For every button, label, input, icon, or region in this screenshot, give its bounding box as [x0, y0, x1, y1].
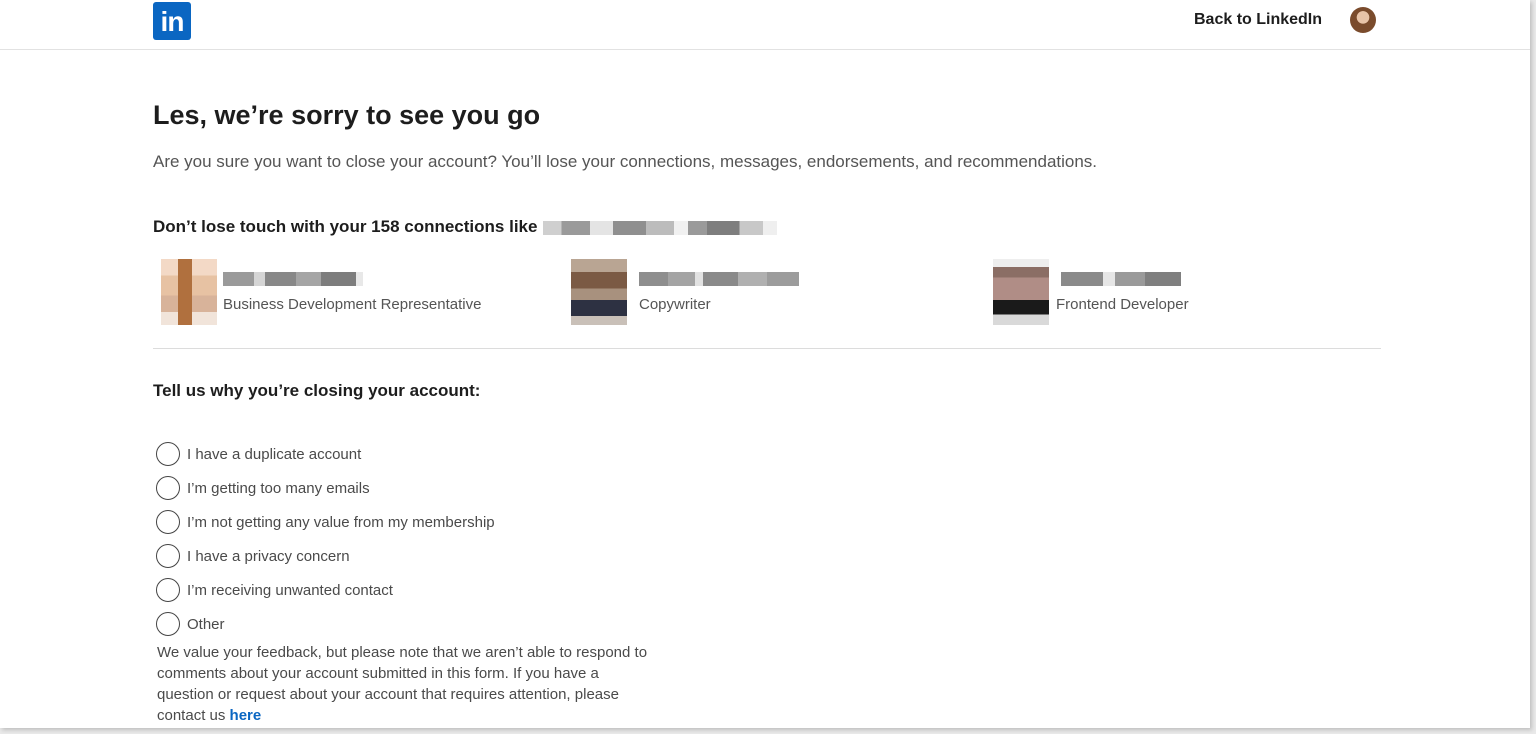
blurred-name — [1061, 272, 1181, 286]
connection-title: Business Development Representative — [223, 296, 482, 313]
reason-label: I’m getting too many emails — [187, 479, 370, 497]
radio-button-icon[interactable] — [156, 578, 180, 602]
radio-button-icon[interactable] — [156, 612, 180, 636]
connection-card[interactable]: Business Development Representative — [161, 256, 561, 328]
radio-button-icon[interactable] — [156, 476, 180, 500]
reason-option-no-value[interactable]: I’m not getting any value from my member… — [156, 505, 495, 539]
blurred-name — [639, 272, 799, 286]
avatar-photo-icon — [161, 259, 217, 325]
back-to-linkedin-link[interactable]: Back to LinkedIn — [1194, 11, 1322, 29]
connection-card[interactable]: Copywriter — [571, 256, 971, 328]
reason-option-other[interactable]: Other — [156, 607, 495, 641]
connection-card[interactable]: Frontend Developer — [993, 256, 1393, 328]
user-avatar[interactable] — [1350, 7, 1376, 33]
reason-label: Other — [187, 615, 225, 633]
page-title: Les, we’re sorry to see you go — [153, 100, 541, 130]
reason-label: I have a privacy concern — [187, 547, 350, 565]
page-subtitle: Are you sure you want to close your acco… — [153, 152, 1098, 171]
linkedin-logo-icon[interactable]: in — [153, 2, 191, 40]
reason-option-privacy[interactable]: I have a privacy concern — [156, 539, 495, 573]
avatar-photo-icon — [571, 259, 627, 325]
app-window: in Back to LinkedIn Les, we’re sorry to … — [0, 0, 1530, 728]
feedback-note: We value your feedback, but please note … — [157, 642, 657, 726]
reason-label: I’m not getting any value from my member… — [187, 513, 495, 531]
contact-us-link[interactable]: here — [230, 707, 262, 724]
blurred-name — [223, 272, 363, 286]
connection-title: Frontend Developer — [1056, 296, 1189, 313]
avatar-photo-icon — [993, 259, 1049, 325]
radio-button-icon[interactable] — [156, 510, 180, 534]
connections-list: Business Development Representative Copy… — [153, 256, 1381, 328]
radio-button-icon[interactable] — [156, 544, 180, 568]
reason-option-unwanted-contact[interactable]: I’m receiving unwanted contact — [156, 573, 495, 607]
connection-title: Copywriter — [639, 296, 711, 313]
reason-label: I have a duplicate account — [187, 445, 362, 463]
top-bar: in Back to LinkedIn — [0, 0, 1530, 50]
blurred-connection-names — [543, 220, 778, 235]
reason-option-duplicate[interactable]: I have a duplicate account — [156, 437, 495, 471]
section-divider — [153, 348, 1381, 349]
radio-button-icon[interactable] — [156, 442, 180, 466]
reason-options: I have a duplicate account I’m getting t… — [156, 437, 495, 641]
reasons-heading: Tell us why you’re closing your account: — [153, 381, 481, 400]
reason-option-too-many-emails[interactable]: I’m getting too many emails — [156, 471, 495, 505]
reason-label: I’m receiving unwanted contact — [187, 581, 393, 599]
connections-heading-text: Don’t lose touch with your 158 connectio… — [153, 217, 538, 236]
connections-heading: Don’t lose touch with your 158 connectio… — [153, 217, 778, 237]
